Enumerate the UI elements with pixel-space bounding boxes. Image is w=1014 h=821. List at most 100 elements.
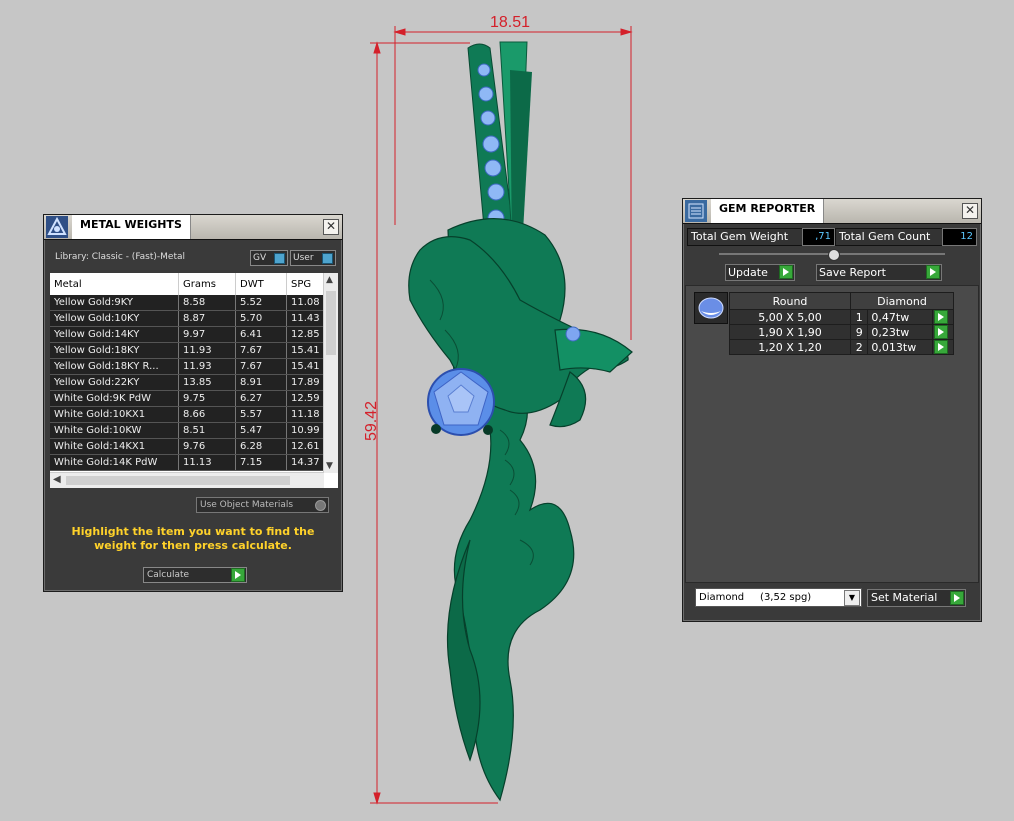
metal-table-container[interactable]: Metal Grams DWT SPG Yellow Gold:9KY 8.58 5…: [50, 273, 338, 488]
center-diamond: [427, 368, 495, 436]
save-report-button[interactable]: Save Report: [816, 264, 942, 281]
metal-table-row[interactable]: White Gold:14K PdW 11.13 7.15 14.37: [50, 454, 328, 471]
metal-table-row[interactable]: White Gold:10KW 8.51 5.47 10.99: [50, 422, 328, 439]
spg-cell: 12.85: [286, 326, 328, 343]
play-arrow-icon[interactable]: [779, 265, 793, 279]
grams-cell: 11.93: [178, 342, 236, 359]
calculate-button[interactable]: Calculate: [143, 567, 247, 583]
scrollbar-thumb[interactable]: [66, 476, 290, 485]
metal-weights-titlebar[interactable]: METAL WEIGHTS ✕: [44, 215, 342, 240]
dragon-body: [408, 218, 633, 802]
grams-cell: 8.58: [178, 295, 236, 311]
column-header-metal[interactable]: Metal: [50, 273, 179, 295]
metal-table-row[interactable]: White Gold:9K PdW 9.75 6.27 12.59: [50, 390, 328, 407]
metal-table-row[interactable]: Yellow Gold:9KY 8.58 5.52 11.08: [50, 295, 328, 311]
spg-cell: 11.08: [286, 295, 328, 311]
instruction-text: Highlight the item you want to find the …: [71, 525, 315, 552]
gem-row[interactable]: 1,90 X 1,90 9 0,23tw: [729, 324, 955, 340]
use-object-materials-toggle[interactable]: Use Object Materials: [196, 497, 329, 513]
play-arrow-icon[interactable]: [231, 568, 245, 582]
metal-table-row[interactable]: Yellow Gold:18KY R... 11.93 7.67 15.41: [50, 358, 328, 375]
column-header-grams[interactable]: Grams: [178, 273, 236, 295]
gem-weight-cell: 0,013tw: [867, 339, 933, 355]
close-icon[interactable]: ✕: [323, 219, 339, 235]
dwt-cell: 5.52: [235, 295, 287, 311]
play-arrow-icon[interactable]: [933, 310, 948, 324]
gem-count-cell: 9: [849, 324, 869, 340]
metal-name-cell: Yellow Gold:22KY: [50, 374, 179, 391]
gv-toggle-label: GV: [253, 253, 267, 263]
play-arrow-icon[interactable]: [950, 591, 964, 605]
metal-name-cell: Yellow Gold:18KY R...: [50, 358, 179, 375]
user-toggle-label: User: [293, 253, 314, 263]
metal-table-row[interactable]: White Gold:14KX1 9.76 6.28 12.61: [50, 438, 328, 455]
metal-table-row[interactable]: White Gold:10KX1 8.66 5.57 11.18: [50, 406, 328, 423]
gem-slider-handle[interactable]: [828, 249, 840, 261]
vertical-scrollbar[interactable]: ▲ ▼: [323, 273, 338, 473]
play-arrow-icon[interactable]: [933, 325, 948, 339]
metal-table-row[interactable]: Yellow Gold:10KY 8.87 5.70 11.43: [50, 310, 328, 327]
material-select-value: Diamond (3,52 spg): [699, 592, 812, 603]
metal-name-cell: Yellow Gold:10KY: [50, 310, 179, 327]
metal-table-row[interactable]: Yellow Gold:14KY 9.97 6.41 12.85: [50, 326, 328, 343]
toggle-knob-icon: [322, 253, 333, 264]
spg-cell: 15.41: [286, 358, 328, 375]
gem-list[interactable]: Round Diamond 5,00 X 5,00 1 0,47tw 1,90 X 1…: [685, 285, 979, 583]
gem-select-cell: [931, 339, 955, 355]
gem-reporter-icon: [685, 200, 707, 222]
grams-cell: 11.13: [178, 454, 236, 471]
gem-size-cell: 1,20 X 1,20: [729, 339, 851, 355]
horizontal-scrollbar[interactable]: ◀: [50, 472, 324, 488]
dwt-cell: 6.41: [235, 326, 287, 343]
total-gem-weight-value: ,71: [802, 228, 835, 246]
set-material-label: Set Material: [871, 591, 938, 604]
gem-reporter-titlebar[interactable]: GEM REPORTER ✕: [683, 199, 981, 224]
dwt-cell: 6.28: [235, 438, 287, 455]
column-header-dwt[interactable]: DWT: [235, 273, 287, 295]
dwt-cell: 6.27: [235, 390, 287, 407]
metal-weights-title: METAL WEIGHTS: [72, 215, 191, 239]
chevron-down-icon[interactable]: ▼: [844, 590, 860, 606]
metal-table-row[interactable]: Yellow Gold:18KY 11.93 7.67 15.41: [50, 342, 328, 359]
scroll-up-icon[interactable]: ▲: [326, 275, 333, 285]
total-gem-count-value: 12: [942, 228, 977, 246]
dwt-cell: 5.70: [235, 310, 287, 327]
metal-name-cell: White Gold:10KW: [50, 422, 179, 439]
metal-name-cell: White Gold:10KX1: [50, 406, 179, 423]
close-icon[interactable]: ✕: [962, 203, 978, 219]
scroll-left-icon[interactable]: ◀: [53, 474, 61, 485]
spg-cell: 12.59: [286, 390, 328, 407]
play-arrow-icon[interactable]: [926, 265, 940, 279]
gem-weight-cell: 0,23tw: [867, 324, 933, 340]
dwt-cell: 7.15: [235, 454, 287, 471]
dwt-cell: 8.91: [235, 374, 287, 391]
set-material-button[interactable]: Set Material: [867, 589, 966, 607]
calculate-label: Calculate: [147, 570, 190, 580]
grams-cell: 9.97: [178, 326, 236, 343]
gem-size-cell: 1,90 X 1,90: [729, 324, 851, 340]
spg-cell: 15.41: [286, 342, 328, 359]
gv-toggle[interactable]: GV: [250, 250, 288, 266]
radio-icon: [315, 500, 326, 511]
spg-cell: 17.89: [286, 374, 328, 391]
save-report-label: Save Report: [819, 266, 886, 279]
gem-table: Round Diamond 5,00 X 5,00 1 0,47tw 1,90 X 1…: [729, 292, 955, 355]
gem-reporter-title: GEM REPORTER: [711, 199, 825, 223]
metal-table-row[interactable]: Yellow Gold:22KY 13.85 8.91 17.89: [50, 374, 328, 391]
gem-row[interactable]: 5,00 X 5,00 1 0,47tw: [729, 309, 955, 325]
dwt-cell: 5.57: [235, 406, 287, 423]
metal-weights-icon: [46, 216, 68, 238]
scrollbar-thumb[interactable]: [326, 291, 336, 355]
play-arrow-icon[interactable]: [933, 340, 948, 354]
column-header-spg[interactable]: SPG: [286, 273, 328, 295]
gem-row[interactable]: 1,20 X 1,20 2 0,013tw: [729, 339, 955, 355]
dwt-cell: 5.47: [235, 422, 287, 439]
gem-select-cell: [931, 309, 955, 325]
user-toggle[interactable]: User: [290, 250, 336, 266]
dwt-cell: 7.67: [235, 358, 287, 375]
gem-table-header: Round Diamond: [729, 292, 954, 310]
round-diamond-icon[interactable]: [694, 292, 728, 324]
material-select[interactable]: Diamond (3,52 spg) ▼: [695, 588, 862, 607]
scroll-down-icon[interactable]: ▼: [326, 461, 333, 471]
update-button[interactable]: Update: [725, 264, 795, 281]
